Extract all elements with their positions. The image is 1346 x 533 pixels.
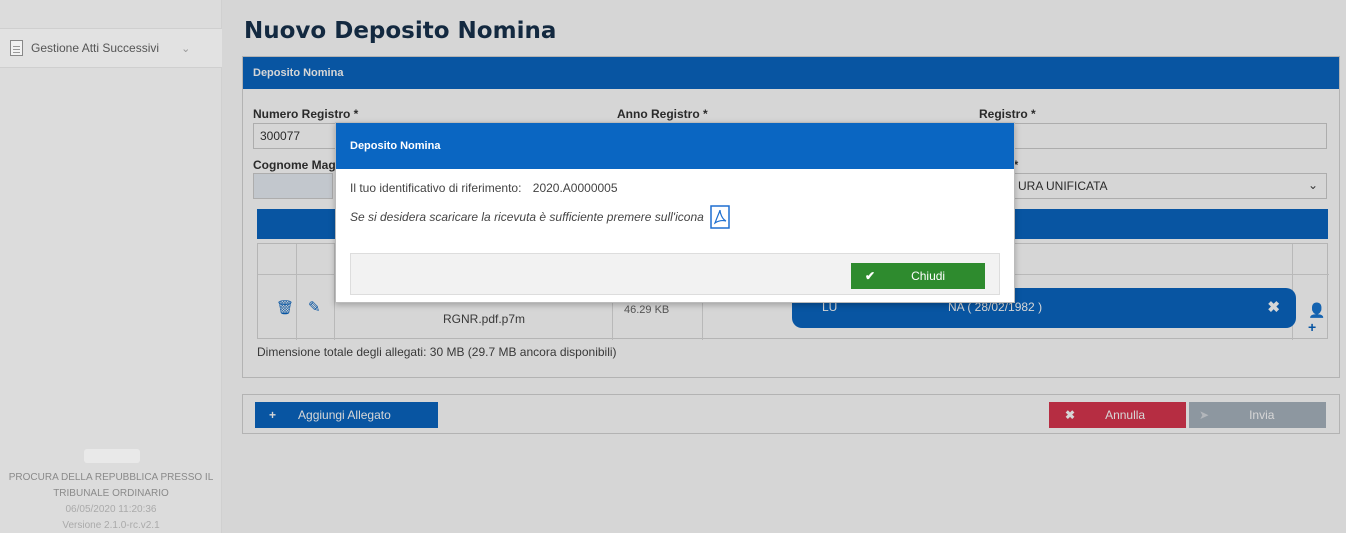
session-datetime: 06/05/2020 11:20:36 (65, 504, 157, 515)
attachment-file-size: 46.29 KB (624, 304, 670, 316)
sidebar-item-label: Gestione Atti Successivi (31, 41, 160, 55)
pdf-download-icon[interactable] (710, 205, 730, 229)
office-name-line2: TRIBUNALE ORDINARIO (53, 488, 169, 499)
hint-text: Se si desidera scaricare la ricevuta è s… (350, 210, 704, 224)
add-attachment-label: Aggiungi Allegato (298, 408, 391, 422)
add-person-icon[interactable]: 👤+ (1308, 302, 1327, 335)
close-icon: ✖ (1065, 408, 1076, 422)
modal-title: Deposito Nomina (336, 123, 1014, 169)
modal-hint: Se si desidera scaricare la ricevuta è s… (350, 205, 730, 229)
attachments-total-size: Dimensione totale degli allegati: 30 MB … (257, 345, 617, 359)
modal-footer: ✔ Chiudi (350, 253, 1000, 295)
remove-person-icon[interactable]: ✖ (1267, 298, 1280, 316)
sidebar: Gestione Atti Successivi ⌄ PROCURA DELLA… (0, 0, 222, 533)
check-icon: ✔ (865, 269, 876, 283)
attachment-file-name: RGNR.pdf.p7m (443, 312, 526, 326)
registro-field[interactable] (979, 123, 1327, 149)
tipo-select[interactable]: URA UNIFICATA ⌄ (979, 173, 1327, 199)
pencil-icon[interactable]: ✎ (308, 298, 321, 316)
cancel-label: Annulla (1105, 408, 1146, 422)
page-title: Nuovo Deposito Nomina (244, 18, 557, 44)
send-button[interactable]: ➤ Invia (1189, 402, 1326, 428)
plus-icon: + (269, 408, 277, 422)
chevron-down-icon: ⌄ (181, 42, 191, 55)
add-attachment-button[interactable]: + Aggiungi Allegato (255, 402, 438, 428)
send-icon: ➤ (1199, 408, 1210, 422)
numero-registro-label: Numero Registro * (253, 107, 359, 121)
trash-icon[interactable]: 🗑 (276, 299, 294, 315)
identifier-label: Il tuo identificativo di riferimento: (350, 181, 522, 195)
document-icon (10, 40, 23, 56)
chevron-down-icon: ⌄ (1307, 178, 1318, 192)
sidebar-footer: PROCURA DELLA REPUBBLICA PRESSO IL TRIBU… (0, 470, 222, 533)
sidebar-item-gestione-atti[interactable]: Gestione Atti Successivi ⌄ (0, 28, 222, 68)
tipo-select-value: URA UNIFICATA (1018, 179, 1108, 193)
cognome-label: Cognome Mag (253, 158, 336, 172)
anno-registro-label: Anno Registro * (617, 107, 708, 121)
panel-header: Deposito Nomina (243, 57, 1339, 89)
cognome-field[interactable] (253, 173, 333, 199)
identifier-value: 2020.A0000005 (532, 181, 618, 195)
registro-label: Registro * (979, 107, 1036, 121)
deposito-modal: Deposito Nomina Il tuo identificativo di… (335, 122, 1015, 303)
close-button[interactable]: ✔ Chiudi (851, 263, 985, 289)
close-label: Chiudi (911, 269, 946, 283)
modal-identifier: Il tuo identificativo di riferimento: 20… (350, 181, 618, 195)
office-logo (84, 449, 140, 463)
send-label: Invia (1249, 408, 1275, 422)
office-name-line1: PROCURA DELLA REPUBBLICA PRESSO IL (8, 472, 214, 483)
app-version: Versione 2.1.0-rc.v2.1 (62, 520, 160, 531)
action-bar: + Aggiungi Allegato ✖ Annulla ➤ Invia (242, 394, 1340, 434)
cancel-button[interactable]: ✖ Annulla (1049, 402, 1186, 428)
